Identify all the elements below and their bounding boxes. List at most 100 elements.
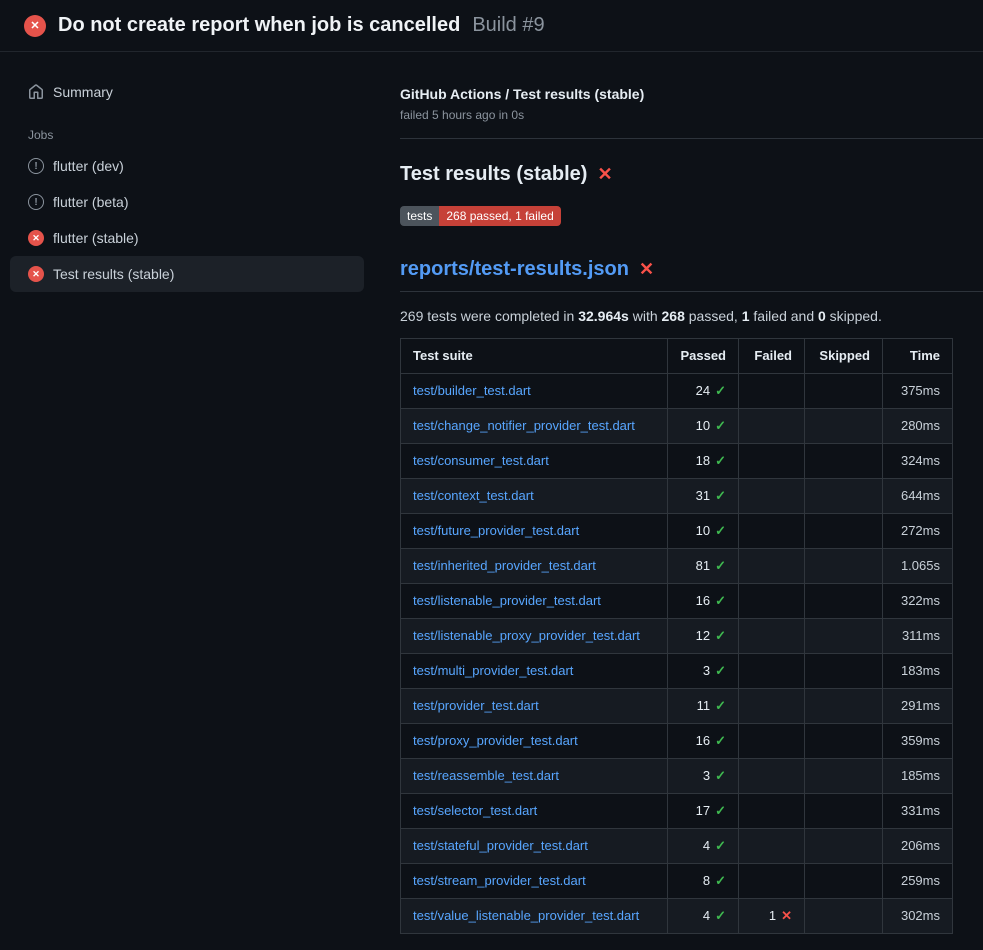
table-row: test/inherited_provider_test.dart 81 ✓ 1.… (401, 549, 953, 584)
time-value: 644ms (883, 479, 953, 514)
passed-cell: 24✓ (668, 374, 739, 409)
failed-cell: 1✕ (739, 899, 805, 934)
job-status-icon: ✕ (28, 266, 44, 282)
time-value: 183ms (883, 654, 953, 689)
test-suite-link[interactable]: test/change_notifier_provider_test.dart (413, 418, 635, 433)
check-icon: ✓ (715, 558, 726, 573)
test-suite-link[interactable]: test/selector_test.dart (413, 803, 537, 818)
passed-cell: 81 ✓ (668, 549, 739, 584)
home-icon (28, 84, 44, 100)
time-value: 272ms (883, 514, 953, 549)
failed-cell (739, 724, 805, 759)
passed-count: 4 (703, 838, 710, 853)
table-row: test/stream_provider_test.dart 8✓ 259ms (401, 864, 953, 899)
skipped-cell (805, 724, 883, 759)
check-icon: ✓ (715, 628, 726, 643)
test-suite-link[interactable]: test/inherited_provider_test.dart (413, 558, 596, 573)
failed-cell (739, 374, 805, 409)
failed-cell (739, 759, 805, 794)
passed-count: 17 (696, 803, 710, 818)
job-label: flutter (dev) (53, 158, 124, 174)
passed-cell: 8✓ (668, 864, 739, 899)
passed-count: 3 (703, 663, 710, 678)
time-value: 302ms (883, 899, 953, 934)
test-suite-link[interactable]: test/value_listenable_provider_test.dart (413, 908, 639, 923)
failed-cell (739, 864, 805, 899)
skipped-cell (805, 899, 883, 934)
check-icon: ✓ (715, 488, 726, 503)
page-title: Do not create report when job is cancell… (58, 14, 460, 37)
table-row: test/value_listenable_provider_test.dart… (401, 899, 953, 934)
suite-cell: test/context_test.dart (401, 479, 668, 514)
skipped-cell (805, 479, 883, 514)
failed-cell (739, 794, 805, 829)
failed-x-icon: ✕ (639, 259, 654, 280)
suite-cell: test/value_listenable_provider_test.dart (401, 899, 668, 934)
test-suite-link[interactable]: test/future_provider_test.dart (413, 523, 579, 538)
test-suite-link[interactable]: test/listenable_proxy_provider_test.dart (413, 628, 640, 643)
check-icon: ✓ (715, 523, 726, 538)
failed-cell (739, 619, 805, 654)
failed-cell (739, 549, 805, 584)
failed-count: 1 (769, 908, 776, 923)
passed-count: 10 (696, 523, 710, 538)
sidebar-job-item[interactable]: ✕ flutter (stable) (10, 220, 364, 256)
sidebar-job-item[interactable]: ✕ Test results (stable) (10, 256, 364, 292)
run-meta: failed 5 hours ago in 0s (400, 108, 983, 122)
check-title: Test results (stable) ✕ (400, 163, 983, 186)
passed-count: 16 (696, 593, 710, 608)
sidebar-job-item[interactable]: ! flutter (dev) (10, 148, 364, 184)
passed-cell: 3✓ (668, 654, 739, 689)
suite-cell: test/proxy_provider_test.dart (401, 724, 668, 759)
passed-count: 4 (703, 908, 710, 923)
passed-count: 16 (696, 733, 710, 748)
sidebar-job-item[interactable]: ! flutter (beta) (10, 184, 364, 220)
table-row: test/listenable_proxy_provider_test.dart… (401, 619, 953, 654)
skipped-cell (805, 549, 883, 584)
test-suite-link[interactable]: test/reassemble_test.dart (413, 768, 559, 783)
skipped-cell (805, 584, 883, 619)
sidebar-item-summary[interactable]: Summary (10, 74, 364, 110)
jobs-heading: Jobs (28, 128, 364, 142)
passed-cell: 16✓ (668, 724, 739, 759)
time-value: 311ms (883, 619, 953, 654)
check-title-text: Test results (stable) (400, 163, 587, 186)
passed-count: 3 (703, 768, 710, 783)
passed-count: 81 (696, 558, 710, 573)
test-suite-link[interactable]: test/proxy_provider_test.dart (413, 733, 578, 748)
test-suite-link[interactable]: test/provider_test.dart (413, 698, 539, 713)
passed-cell: 10 ✓ (668, 514, 739, 549)
test-suite-link[interactable]: test/listenable_provider_test.dart (413, 593, 601, 608)
suite-cell: test/reassemble_test.dart (401, 759, 668, 794)
failed-cell (739, 514, 805, 549)
job-label: Test results (stable) (53, 266, 174, 282)
test-suite-link[interactable]: test/stateful_provider_test.dart (413, 838, 588, 853)
check-run-header: ✕ Do not create report when job is cance… (0, 0, 983, 52)
suite-cell: test/selector_test.dart (401, 794, 668, 829)
col-header-test-suite: Test suite (401, 339, 668, 374)
test-suite-link[interactable]: test/consumer_test.dart (413, 453, 549, 468)
check-icon: ✓ (715, 838, 726, 853)
failed-cell (739, 689, 805, 724)
table-header-row: Test suite Passed Failed Skipped Time (401, 339, 953, 374)
test-suite-link[interactable]: test/context_test.dart (413, 488, 534, 503)
table-row: test/proxy_provider_test.dart 16✓ 359ms (401, 724, 953, 759)
test-suite-link[interactable]: test/multi_provider_test.dart (413, 663, 573, 678)
passed-count: 11 (697, 698, 711, 713)
suite-cell: test/change_notifier_provider_test.dart (401, 409, 668, 444)
suite-cell: test/builder_test.dart (401, 374, 668, 409)
passed-cell: 17✓ (668, 794, 739, 829)
time-value: 1.065s (883, 549, 953, 584)
job-status-icon: ✕ (28, 230, 44, 246)
test-suite-link[interactable]: test/stream_provider_test.dart (413, 873, 586, 888)
build-number: Build #9 (472, 14, 544, 37)
results-table-body: test/builder_test.dart 24✓ 375ms test/ch… (401, 374, 953, 934)
x-icon: ✕ (781, 908, 792, 923)
time-value: 206ms (883, 829, 953, 864)
test-suite-link[interactable]: test/builder_test.dart (413, 383, 531, 398)
skipped-cell (805, 794, 883, 829)
report-title-link[interactable]: reports/test-results.json ✕ (400, 258, 983, 292)
passed-count: 12 (696, 628, 710, 643)
check-icon: ✓ (715, 663, 726, 678)
table-row: test/selector_test.dart 17✓ 331ms (401, 794, 953, 829)
